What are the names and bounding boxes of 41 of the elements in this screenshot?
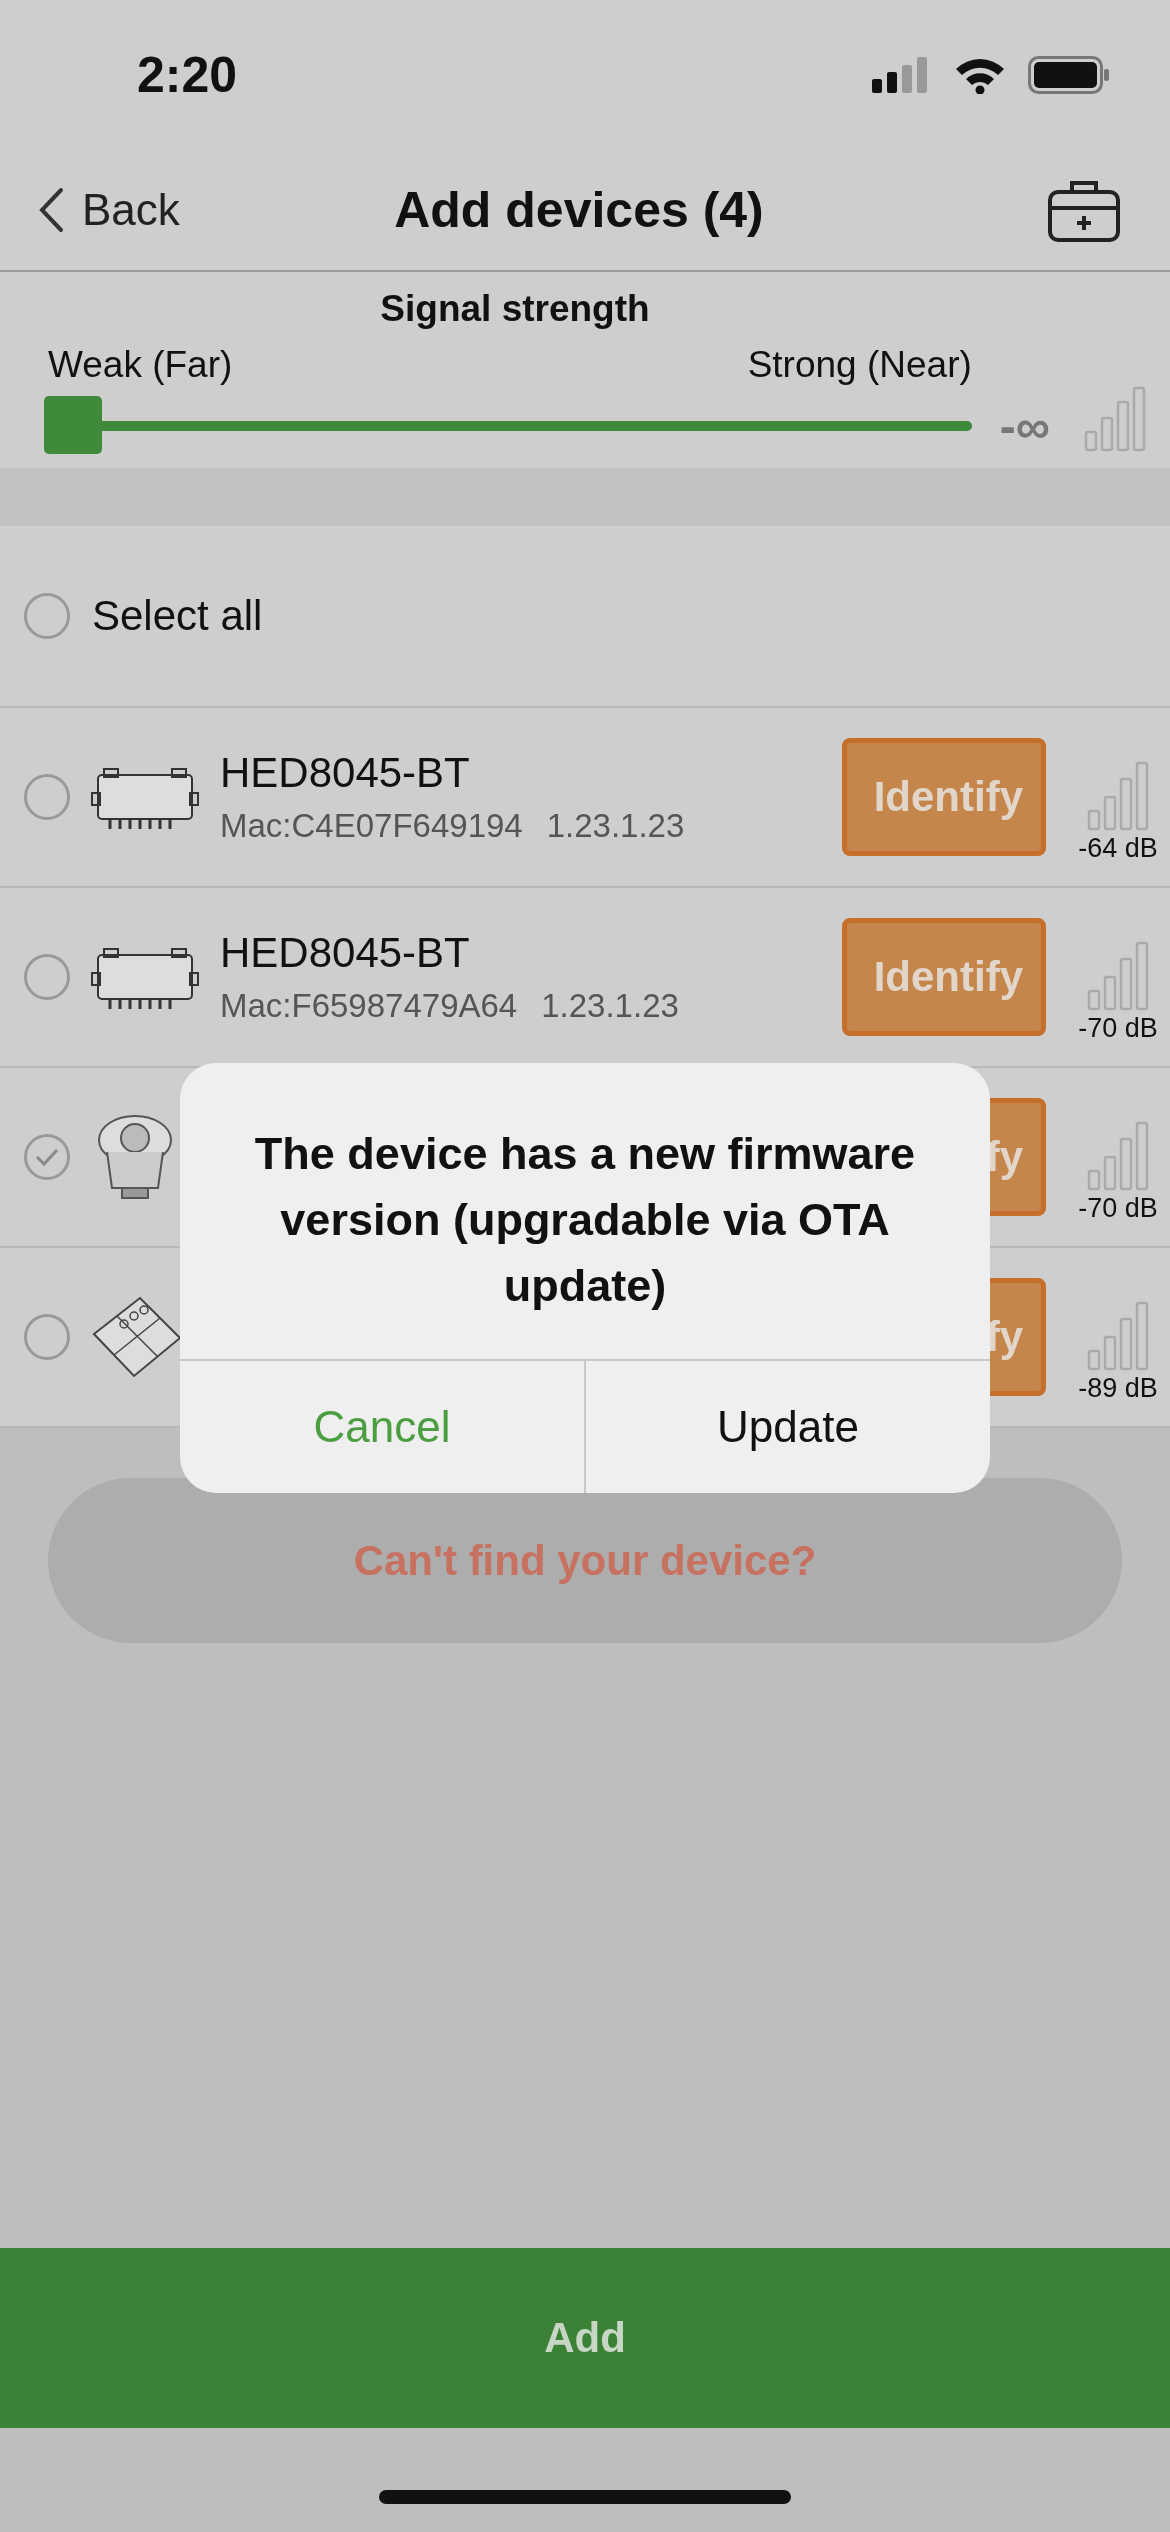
weak-label: Weak (Far): [48, 344, 233, 386]
signal-strength-title: Signal strength: [380, 288, 650, 330]
device-version: 1.23.1.23: [541, 987, 679, 1025]
cant-find-device-button[interactable]: Can't find your device?: [48, 1478, 1122, 1643]
battery-icon: [1028, 56, 1110, 94]
device-mac: Mac:F65987479A64: [220, 987, 518, 1025]
slider-thumb[interactable]: [44, 396, 102, 454]
signal-reading: -∞: [999, 399, 1050, 454]
signal-reading: -64 dB: [1078, 832, 1158, 864]
update-button[interactable]: Update: [584, 1361, 990, 1493]
device-mac: Mac:C4E07F649194: [220, 807, 523, 845]
device-name: HED8045-BT: [220, 929, 471, 977]
signal-bars-icon: [1087, 940, 1149, 1011]
chevron-left-icon: [38, 187, 64, 233]
add-button[interactable]: Add: [0, 2248, 1170, 2428]
signal-reading: -70 dB: [1078, 1012, 1158, 1044]
signal-bars-icon: [1087, 1120, 1149, 1191]
signal-reading: -89 dB: [1078, 1372, 1158, 1404]
toolbox-plus-icon[interactable]: [1048, 178, 1120, 242]
signal-reading: -70 dB: [1078, 1192, 1158, 1224]
device-checkbox[interactable]: [24, 774, 70, 820]
select-all-label: Select all: [92, 592, 263, 640]
device-checkbox[interactable]: [24, 1314, 70, 1360]
identify-button[interactable]: Identify: [842, 738, 1046, 856]
page-title: Add devices (4): [394, 181, 764, 239]
device-version: 1.23.1.23: [546, 807, 685, 845]
device-checkbox[interactable]: [24, 1134, 70, 1180]
checkmark-icon: [34, 1147, 60, 1167]
signal-bars-icon: [1087, 760, 1149, 831]
wifi-icon: [954, 56, 1006, 94]
device-name: HED8045-BT: [220, 749, 471, 797]
signal-bars-icon: [1084, 386, 1146, 452]
signal-slider[interactable]: [44, 396, 972, 454]
device-checkbox[interactable]: [24, 954, 70, 1000]
strong-label: Strong (Near): [747, 344, 972, 386]
dialog-message: The device has a new firmware version (upgradable via OTA update): [253, 1127, 917, 1313]
signal-bars-icon: [1087, 1300, 1149, 1371]
back-button[interactable]: Back: [38, 185, 238, 235]
select-all-checkbox[interactable]: [24, 593, 70, 639]
identify-button[interactable]: Identify: [842, 918, 1046, 1036]
status-time: 2:20: [137, 46, 238, 104]
